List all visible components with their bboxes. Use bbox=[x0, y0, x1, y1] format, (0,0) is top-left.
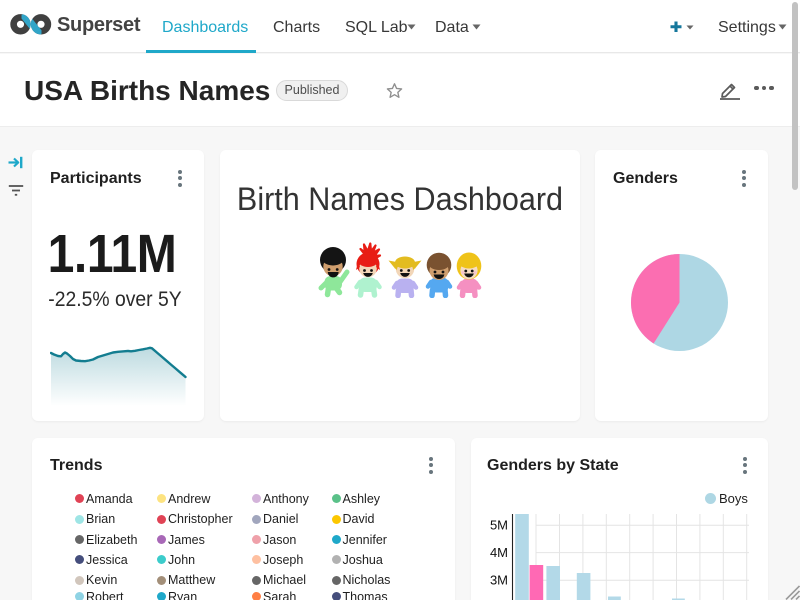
svg-text:3M: 3M bbox=[490, 573, 508, 588]
svg-text:4M: 4M bbox=[490, 545, 508, 560]
svg-text:5M: 5M bbox=[490, 518, 508, 533]
